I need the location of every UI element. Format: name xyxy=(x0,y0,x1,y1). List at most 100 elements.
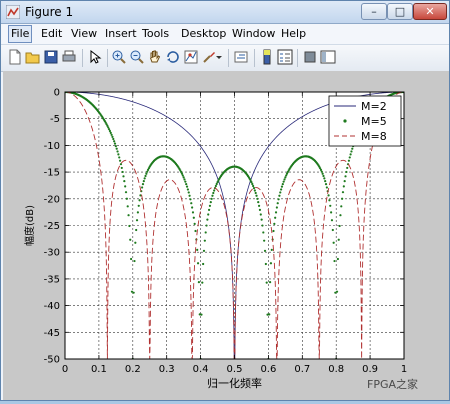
series-point xyxy=(124,191,128,194)
series-point xyxy=(141,182,145,186)
series-point xyxy=(182,176,185,179)
series-point xyxy=(281,182,284,186)
legend-label: M=8 xyxy=(361,130,387,143)
series-point xyxy=(111,135,114,138)
x-tick-label: 0.8 xyxy=(328,364,344,375)
plot-svg[interactable]: 0 0.1 0.2 0.3 0.4 0.5 0.6 0.7 0.8 0.9 1 0 -5 -10 -15 -2… xyxy=(3,71,449,400)
select-arrow-icon[interactable] xyxy=(87,49,103,65)
menu-edit[interactable]: Edit xyxy=(41,27,62,40)
series-point xyxy=(189,198,192,201)
series-point xyxy=(138,199,141,202)
series-point xyxy=(329,204,332,207)
menu-file[interactable]: File xyxy=(8,25,33,43)
series-point xyxy=(204,231,207,234)
series-point xyxy=(333,259,336,263)
minimize-button[interactable]: – xyxy=(361,3,387,20)
series-point xyxy=(330,211,333,214)
series-point xyxy=(185,185,189,188)
series-point xyxy=(277,198,280,201)
x-axis-label: 归一化频率 xyxy=(207,376,262,390)
zoom-in-icon[interactable] xyxy=(111,49,127,65)
legend-icon[interactable] xyxy=(277,49,293,65)
series-point xyxy=(251,182,254,186)
print-icon[interactable] xyxy=(61,49,77,65)
x-tick-label: 0.4 xyxy=(193,364,209,375)
series-point xyxy=(327,194,330,197)
series-point xyxy=(284,176,287,179)
maximize-button[interactable]: □ xyxy=(387,3,413,20)
series-point xyxy=(279,191,282,194)
x-tick-label: 0.5 xyxy=(227,364,243,375)
link-plot-icon[interactable] xyxy=(233,49,249,65)
series-point xyxy=(325,186,328,189)
series-point xyxy=(108,129,112,133)
series-point xyxy=(135,228,138,232)
series-point xyxy=(346,166,349,170)
series-point xyxy=(331,228,334,232)
series-point xyxy=(113,140,116,143)
series-point xyxy=(196,262,200,265)
y-tick-label: 0 xyxy=(54,88,60,99)
series-point xyxy=(280,185,284,188)
series-point xyxy=(323,177,326,180)
menu-view[interactable]: View xyxy=(71,27,97,40)
y-tick-label: -25 xyxy=(44,221,60,232)
series-point xyxy=(209,201,212,204)
x-tick-label: 0.2 xyxy=(125,364,141,375)
series-point xyxy=(214,184,217,188)
series-point xyxy=(347,159,351,162)
colorbar-icon[interactable] xyxy=(259,49,275,65)
series-point xyxy=(116,150,119,153)
open-file-icon[interactable] xyxy=(25,49,41,65)
pan-hand-icon[interactable] xyxy=(147,49,163,65)
show-plot-tools-icon[interactable] xyxy=(320,49,336,65)
series-point xyxy=(278,194,281,197)
menu-help[interactable]: Help xyxy=(281,27,306,40)
series-point xyxy=(190,202,193,205)
figure-toolbar xyxy=(1,44,449,72)
title-bar[interactable]: Figure 1 – □ ✕ xyxy=(1,1,449,24)
menu-insert[interactable]: Insert xyxy=(105,27,137,40)
data-cursor-icon[interactable] xyxy=(183,49,199,65)
series-point xyxy=(183,178,186,181)
series-point xyxy=(121,170,124,174)
series-point xyxy=(351,147,354,150)
close-button[interactable]: ✕ xyxy=(413,3,447,20)
series-point xyxy=(132,291,135,294)
dropdown-arrow-icon[interactable] xyxy=(215,49,223,65)
series-point xyxy=(259,213,262,216)
series-point xyxy=(258,208,262,212)
figure-window: Figure 1 – □ ✕ File Edit View Insert Too… xyxy=(0,0,450,401)
new-figure-icon[interactable] xyxy=(7,49,23,65)
series-point xyxy=(276,202,279,205)
series-point xyxy=(201,281,204,284)
series-point xyxy=(275,206,278,209)
series-point xyxy=(203,239,206,242)
save-icon[interactable] xyxy=(43,49,59,65)
menu-tools[interactable]: Tools xyxy=(142,27,169,40)
x-tick-label: 1 xyxy=(401,364,407,375)
series-point xyxy=(188,194,191,197)
rotate-3d-icon[interactable] xyxy=(165,49,181,65)
y-tick-label: -5 xyxy=(50,114,60,125)
series-point xyxy=(110,133,113,136)
series-point xyxy=(207,213,210,216)
series-point xyxy=(341,197,344,200)
series-point xyxy=(194,229,197,233)
series-point xyxy=(338,224,341,228)
series-point xyxy=(255,194,258,197)
menu-desktop[interactable]: Desktop xyxy=(181,27,226,40)
series-point xyxy=(191,211,195,214)
toolbar-separator xyxy=(82,49,83,67)
series-point xyxy=(200,313,203,316)
series-point xyxy=(253,189,256,192)
zoom-out-icon[interactable] xyxy=(129,49,145,65)
x-tick-label: 0.3 xyxy=(159,364,175,375)
series-point xyxy=(207,208,211,212)
series-point xyxy=(213,189,216,192)
series-point xyxy=(269,262,273,265)
series-point xyxy=(282,180,285,183)
hide-plot-tools-icon[interactable] xyxy=(302,49,318,65)
menu-window[interactable]: Window xyxy=(232,27,275,40)
series-point xyxy=(350,150,353,153)
